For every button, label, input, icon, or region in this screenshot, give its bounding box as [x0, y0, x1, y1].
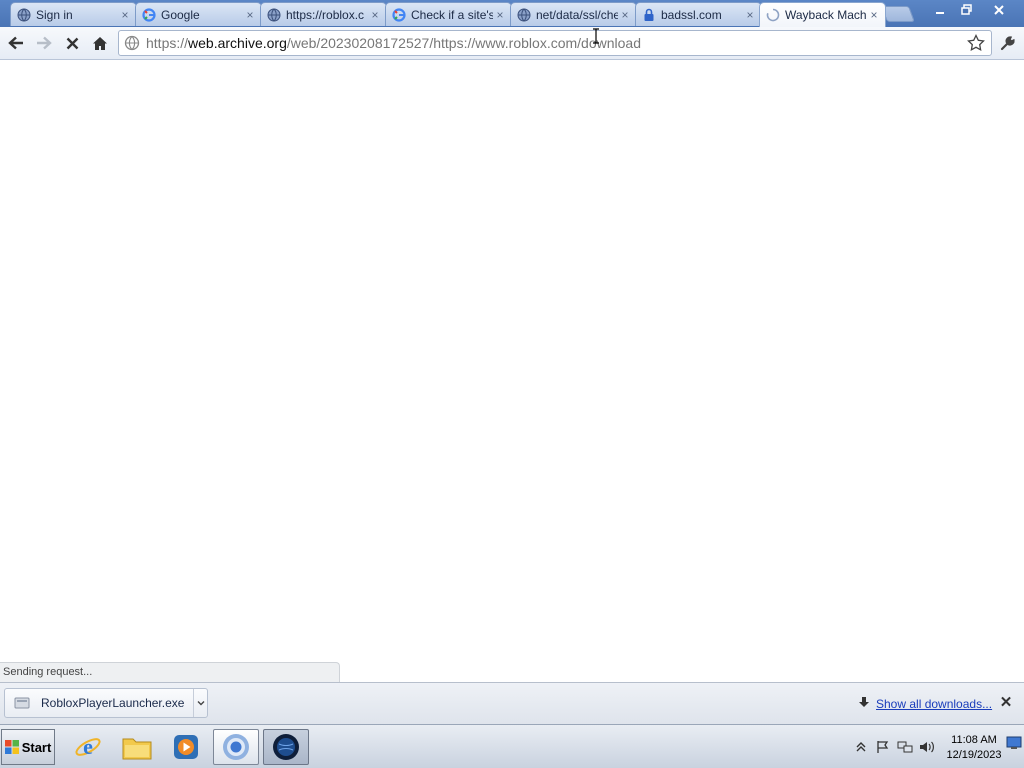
show-hidden-icons-icon[interactable] — [850, 742, 872, 752]
windows-taskbar: Start e 11:08 AM 12/19/2023 — [0, 724, 1024, 768]
url-domain: web.archive.org — [188, 35, 287, 51]
system-clock[interactable]: 11:08 AM 12/19/2023 — [944, 733, 1004, 763]
loading-spinner-icon — [766, 8, 780, 22]
google-icon — [392, 7, 406, 22]
tab-title: Check if a site's — [411, 7, 493, 22]
chrome-icon[interactable] — [213, 729, 259, 765]
windows-explorer-icon[interactable] — [114, 729, 160, 765]
stop-loading-icon[interactable] — [60, 32, 84, 54]
close-shelf-icon[interactable]: ✕ — [998, 695, 1014, 711]
bookmark-star-icon[interactable] — [967, 33, 985, 52]
tab-close-icon[interactable]: × — [493, 8, 507, 22]
url-text[interactable]: https://web.archive.org/web/202302081725… — [146, 35, 641, 51]
text-cursor-icon — [592, 28, 600, 44]
tab-title: https://roblox.c — [286, 7, 365, 22]
globe-icon — [17, 8, 31, 22]
new-tab-button[interactable] — [881, 6, 915, 22]
tab-sign-in[interactable]: Sign in × — [10, 2, 137, 26]
url-scheme: https:// — [146, 35, 189, 51]
globe-icon — [517, 8, 531, 22]
tab-roblox[interactable]: https://roblox.c × — [260, 2, 387, 26]
show-all-downloads[interactable]: Show all downloads... — [858, 696, 992, 711]
media-player-icon[interactable] — [163, 729, 209, 765]
tab-title: Sign in — [36, 7, 73, 22]
restore-icon[interactable] — [954, 1, 978, 18]
home-icon[interactable] — [88, 32, 112, 54]
clock-date: 12/19/2023 — [946, 749, 1002, 761]
download-arrow-icon — [858, 696, 870, 711]
tab-close-icon[interactable]: × — [618, 8, 632, 22]
download-file-name[interactable]: RobloxPlayerLauncher.exe — [33, 696, 193, 710]
url-path: /web/20230208172527/https://www.roblox.c… — [286, 35, 641, 51]
tab-close-icon[interactable]: × — [867, 8, 881, 22]
app-globe-icon[interactable] — [263, 729, 309, 765]
back-arrow-icon[interactable] — [4, 32, 28, 54]
tab-title: net/data/ssl/che — [536, 7, 618, 22]
page-info-globe-icon[interactable] — [124, 35, 142, 51]
tab-close-icon[interactable]: × — [368, 8, 382, 22]
download-item[interactable]: RobloxPlayerLauncher.exe — [4, 688, 208, 718]
download-shelf: RobloxPlayerLauncher.exe Show all downlo… — [0, 682, 1024, 724]
address-bar[interactable]: https://web.archive.org/web/202302081725… — [118, 30, 992, 56]
tab-check-site[interactable]: Check if a site's × — [385, 2, 512, 26]
download-menu-dropdown[interactable] — [193, 689, 207, 717]
tab-wayback-machine[interactable]: Wayback Machi × — [759, 2, 886, 27]
page-content[interactable] — [0, 60, 1024, 682]
tab-net-data-ssl[interactable]: net/data/ssl/che × — [510, 2, 637, 26]
globe-icon — [267, 8, 281, 22]
tab-close-icon[interactable]: × — [743, 8, 757, 22]
volume-icon[interactable] — [916, 740, 938, 754]
clock-time: 11:08 AM — [951, 734, 997, 746]
minimize-icon[interactable] — [928, 1, 952, 18]
status-bubble: Sending request... — [0, 662, 340, 682]
tab-title: badssl.com — [661, 7, 722, 22]
windows-flag-icon — [4, 740, 19, 754]
exe-file-icon — [11, 695, 33, 711]
tab-title: Wayback Machi — [785, 8, 867, 22]
tab-strip: Sign in × Google × https://roblox.c × Ch… — [0, 0, 1024, 27]
action-center-flag-icon[interactable] — [872, 740, 894, 754]
tab-title: Google — [161, 7, 200, 22]
start-label: Start — [21, 739, 52, 755]
svg-text:e: e — [83, 734, 93, 759]
lock-icon — [642, 8, 656, 22]
tab-google[interactable]: Google × — [135, 2, 262, 26]
show-all-downloads-link[interactable]: Show all downloads... — [876, 697, 992, 711]
show-desktop-button[interactable] — [1004, 725, 1024, 761]
tab-badssl[interactable]: badssl.com × — [635, 2, 762, 26]
tab-close-icon[interactable]: × — [118, 8, 132, 22]
network-icon[interactable] — [894, 740, 916, 754]
forward-arrow-icon — [32, 32, 56, 54]
close-window-icon[interactable] — [984, 1, 1014, 18]
internet-explorer-icon[interactable]: e — [65, 729, 111, 765]
wrench-menu-icon[interactable] — [996, 32, 1020, 54]
google-icon — [142, 7, 156, 22]
browser-toolbar: https://web.archive.org/web/202302081725… — [0, 27, 1024, 60]
tab-close-icon[interactable]: × — [243, 8, 257, 22]
start-button[interactable]: Start — [1, 729, 55, 765]
